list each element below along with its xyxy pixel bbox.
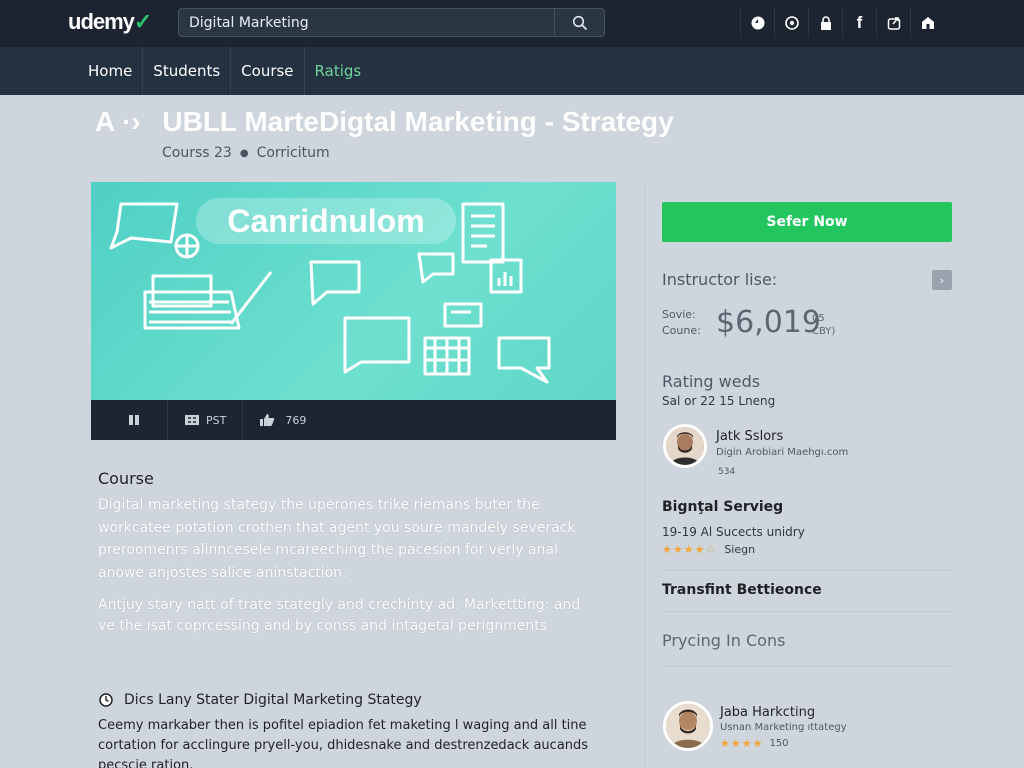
instructor-name[interactable]: Jatk Sslors [716, 429, 783, 444]
facebook-icon[interactable]: f [842, 8, 876, 38]
section-subheading: Dics Lany Stater Digital Marketing State… [98, 692, 422, 708]
star-rating: ★★★★☆ [662, 543, 717, 556]
section-subtitle: 19-19 Al Sucects unidry [662, 525, 805, 539]
nav-course[interactable]: Course [231, 47, 305, 95]
header-icons: f [740, 8, 944, 38]
search-button[interactable] [554, 9, 604, 36]
cc-icon [185, 415, 199, 425]
top-header: udemy✓ f [0, 0, 1024, 47]
course-preview-image[interactable]: Canridnulom [91, 182, 616, 400]
video-controls: PST 769 [91, 400, 616, 440]
nav-ratings[interactable]: Ratigs [305, 47, 372, 95]
course-title: UBLL MarteDigtal Marketing - Strategy [162, 106, 674, 137]
captions-button[interactable]: PST [168, 400, 244, 440]
clock-icon [99, 693, 113, 707]
lock-icon[interactable] [808, 8, 842, 38]
price-currency: CBY) [812, 326, 836, 337]
divider [662, 611, 952, 612]
description-paragraph: Antjuy stary natt of trate stategly and … [98, 597, 581, 634]
search-input[interactable] [179, 9, 555, 36]
breadcrumb-separator: ● [239, 147, 249, 159]
rating-text: Siegn [724, 543, 756, 556]
section-title: Transfint Bettieonce [662, 582, 822, 598]
settings-icon[interactable] [774, 8, 808, 38]
search-icon [572, 15, 587, 30]
description-paragraph: Digital marketing stategy the uperones t… [98, 497, 576, 581]
price-label: Sovie: [662, 308, 696, 321]
udemy-logo[interactable]: udemy✓ [68, 9, 152, 35]
avatar[interactable] [663, 424, 707, 468]
page-title: A ·› UBLL MarteDigtal Marketing - Strate… [95, 106, 674, 138]
description-paragraph: Ceemy markaber then is pofitel epiadion … [98, 718, 589, 768]
share-icon[interactable] [876, 8, 910, 38]
price-cents: 05 [812, 313, 825, 324]
divider [662, 666, 952, 667]
instructor-subtitle: Usnan Marketing ıttategy [720, 722, 847, 733]
globe-icon[interactable] [740, 8, 774, 38]
instructor-label: Instructor lise: [662, 270, 778, 289]
divider [662, 570, 952, 571]
document-icon [461, 202, 505, 264]
cart-icon[interactable] [910, 8, 944, 38]
price-labels: Sovie: Coune: [662, 307, 701, 339]
hero-label: Canridnulom [196, 198, 456, 244]
search-bar [178, 8, 605, 37]
chat-bubble-icon [417, 252, 455, 284]
pricing-label: Prycing In Cons [662, 631, 786, 650]
like-button[interactable]: 769 [243, 400, 322, 440]
nav-students[interactable]: Students [143, 47, 232, 95]
breadcrumb: Courss 23 ● Corricitum [162, 145, 330, 161]
captions-label: PST [206, 413, 227, 427]
breadcrumb-item[interactable]: Courss 23 [162, 145, 232, 161]
instructor-name[interactable]: Jaba Harkcting [720, 705, 815, 720]
pen-icon [229, 271, 273, 325]
enroll-button[interactable]: Sefer Now [662, 202, 952, 242]
chat-bubble-icon [497, 336, 551, 384]
pause-icon [129, 415, 139, 425]
title-prefix: A ·› [95, 106, 141, 137]
main-nav: Home Students Course Ratigs [0, 47, 1024, 95]
rating-count: 150 [769, 738, 789, 749]
thumbs-up-icon [260, 414, 275, 426]
sidebar-divider [644, 182, 645, 768]
expand-button[interactable]: › [932, 270, 952, 290]
price-unit: 05 CBY) [812, 312, 835, 338]
rating-stars-row: ★★★★☆ Siegn [662, 543, 755, 556]
chat-bubble-icon [109, 202, 179, 250]
price-label: Coune: [662, 324, 701, 337]
star-rating: ★★★★ [720, 737, 764, 750]
instructor-subtitle: Digin Arobiari Maehgı.com [716, 447, 849, 458]
rating-title: Rating weds [662, 372, 761, 391]
chat-bubble-icon [309, 260, 361, 306]
rating-subtitle: Sal or 22 15 Lneng [662, 394, 776, 408]
breadcrumb-item[interactable]: Corricitum [257, 145, 330, 161]
pause-button[interactable] [91, 400, 168, 440]
rating-stars-row: ★★★★ 150 [720, 737, 789, 750]
course-price: $6,019 [716, 305, 821, 340]
chat-bubble-icon [343, 316, 411, 374]
nav-home[interactable]: Home [78, 47, 144, 95]
message-icon [443, 302, 483, 328]
description-heading: Course [98, 469, 154, 488]
section-title: Bignţal Servieg [662, 499, 784, 515]
chevron-right-icon: › [939, 273, 945, 287]
avatar[interactable] [663, 701, 713, 751]
instructor-badge: 534 [718, 467, 736, 477]
like-count: 769 [285, 413, 307, 427]
subheading-text: Dics Lany Stater Digital Marketing State… [124, 692, 422, 708]
